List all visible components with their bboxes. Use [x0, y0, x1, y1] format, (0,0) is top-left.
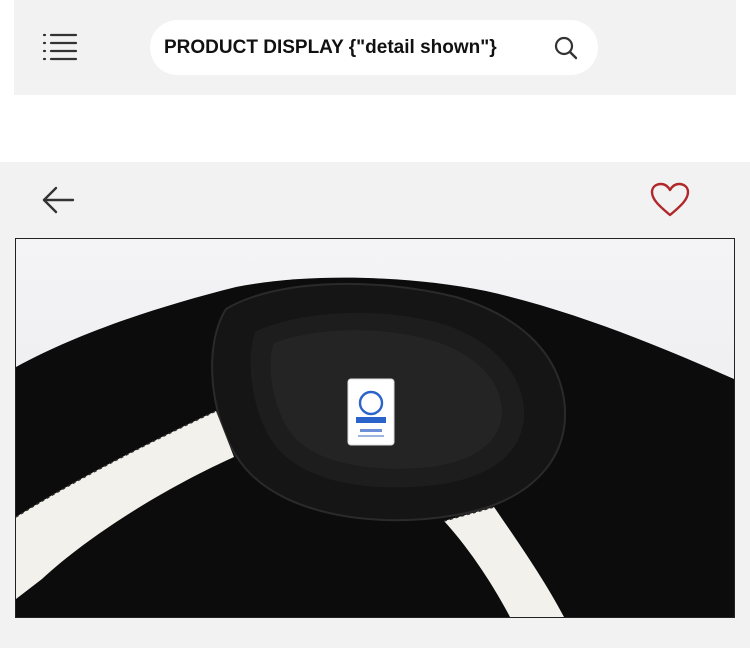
arrow-left-icon[interactable] — [40, 184, 76, 216]
hamburger-menu-icon[interactable] — [42, 32, 78, 62]
product-image — [15, 238, 735, 618]
top-bar: PRODUCT DISPLAY {"detail shown"} — [14, 0, 736, 95]
search-query-text[interactable]: PRODUCT DISPLAY {"detail shown"} — [164, 20, 497, 75]
search-bar[interactable]: PRODUCT DISPLAY {"detail shown"} — [150, 20, 598, 75]
search-icon[interactable] — [552, 34, 580, 62]
heart-outline-icon[interactable] — [650, 182, 690, 218]
